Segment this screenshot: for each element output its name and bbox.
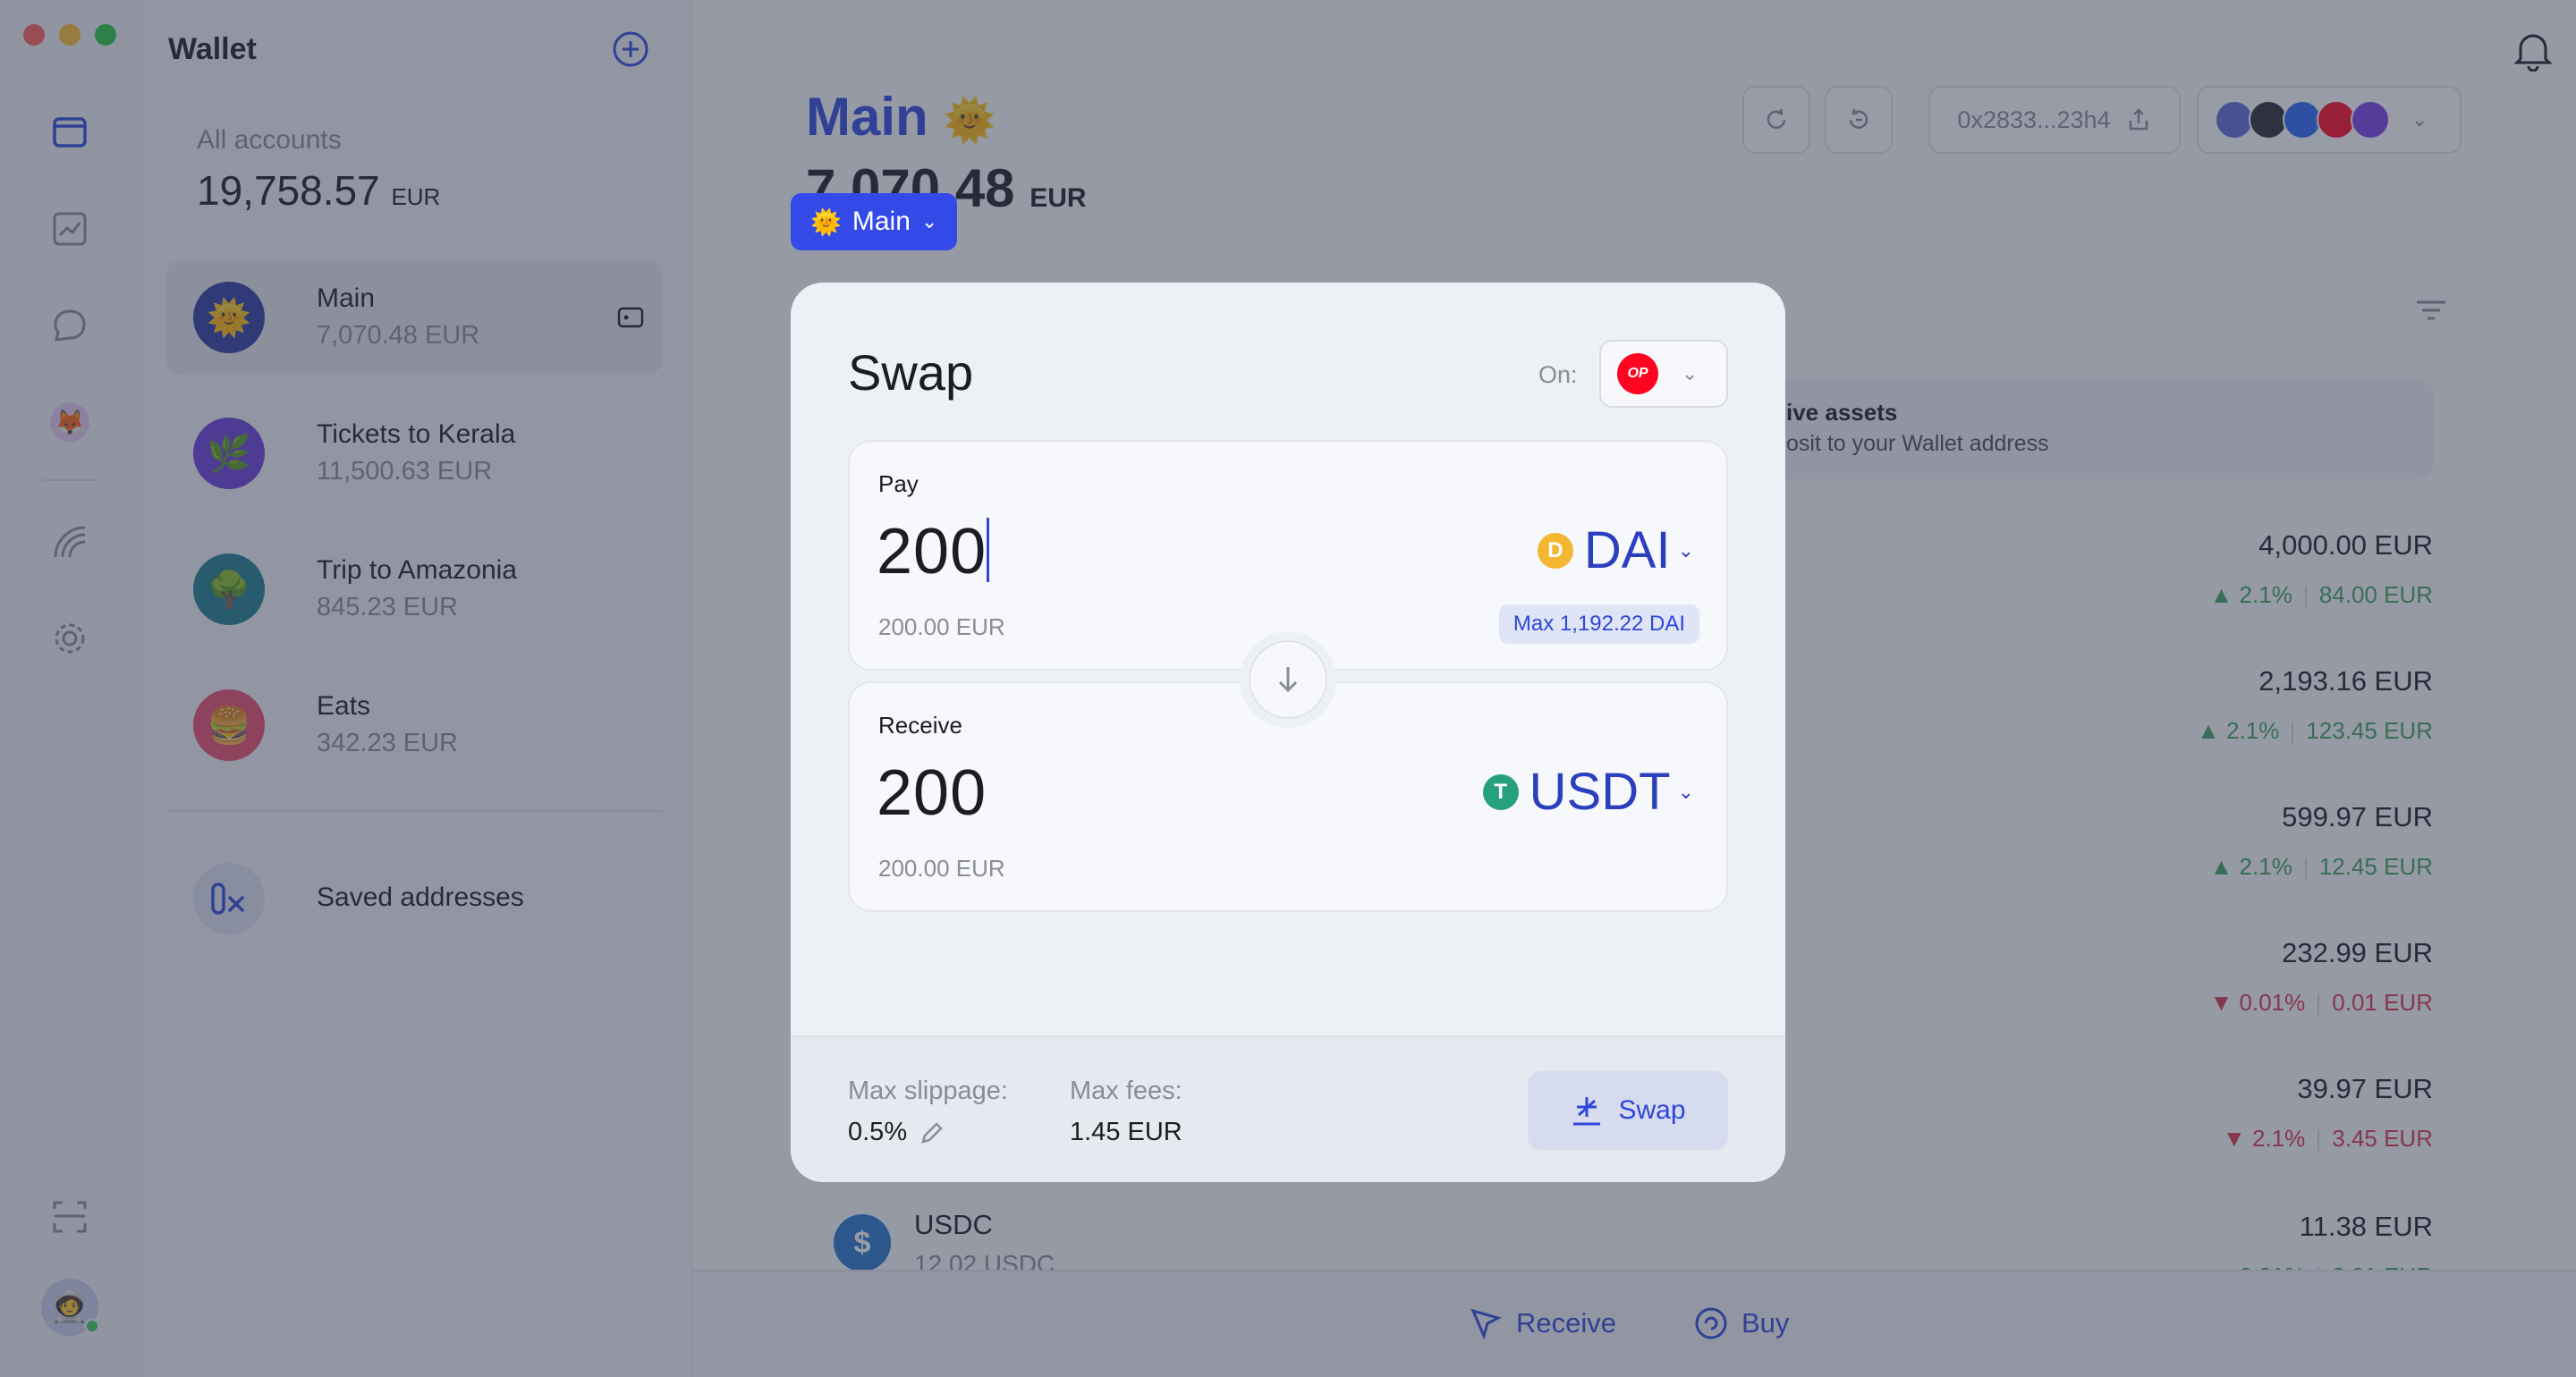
text-cursor <box>987 518 990 582</box>
slippage-value: 0.5% <box>848 1118 908 1146</box>
fees-label: Max fees: <box>1070 1077 1182 1105</box>
pay-amount: 200 <box>877 516 987 587</box>
pay-label: Pay <box>878 470 919 497</box>
swap-star-icon <box>1573 1097 1601 1126</box>
receive-token: USDT <box>1529 763 1671 821</box>
pay-token-selector[interactable]: D DAI ⌄ <box>1537 520 1694 580</box>
pay-fiat-value: 200.00 EUR <box>878 613 1005 640</box>
swap-footer: Max slippage: 0.5% Max fees: 1.45 EUR Sw… <box>791 1035 1785 1182</box>
chevron-down-icon: ⌄ <box>1677 780 1694 803</box>
swap-submit-button[interactable]: Swap <box>1528 1071 1728 1150</box>
fees-value: 1.45 EUR <box>1070 1118 1182 1146</box>
max-amount-button[interactable]: Max 1,192.22 DAI <box>1498 604 1699 644</box>
account-switcher-button[interactable]: 🌞 Main ⌄ <box>791 193 958 250</box>
chevron-down-icon: ⌄ <box>1682 362 1699 384</box>
usdt-icon: T <box>1482 773 1519 810</box>
pay-amount-input[interactable]: 200 <box>877 515 990 588</box>
swap-network-selector[interactable]: OP ⌄ <box>1599 340 1728 408</box>
swap-submit-label: Swap <box>1618 1095 1686 1125</box>
slippage-editor[interactable]: 0.5% <box>848 1118 945 1147</box>
slippage-label: Max slippage: <box>848 1077 1008 1105</box>
receive-amount: 200 <box>877 757 987 829</box>
chevron-down-icon: ⌄ <box>920 210 938 232</box>
swap-modal: Swap On: OP ⌄ Pay 200 200.00 EUR D DAI ⌄… <box>791 283 1785 1182</box>
network-label: On: <box>1538 361 1578 388</box>
optimism-icon: OP <box>1617 353 1658 394</box>
receive-fiat-value: 200.00 EUR <box>878 855 1005 882</box>
receive-token-selector[interactable]: T USDT ⌄ <box>1482 762 1694 822</box>
swap-direction-button[interactable] <box>1240 631 1336 728</box>
account-switcher-label: Main <box>852 207 911 236</box>
swap-title: Swap <box>848 344 974 401</box>
receive-label: Receive <box>878 712 962 739</box>
dai-icon: D <box>1537 532 1573 569</box>
chevron-down-icon: ⌄ <box>1677 538 1694 562</box>
arrow-down-icon <box>1278 667 1298 693</box>
pay-token: DAI <box>1583 521 1671 579</box>
edit-pencil-icon <box>921 1121 943 1144</box>
sun-emoji-icon: 🌞 <box>810 207 842 236</box>
